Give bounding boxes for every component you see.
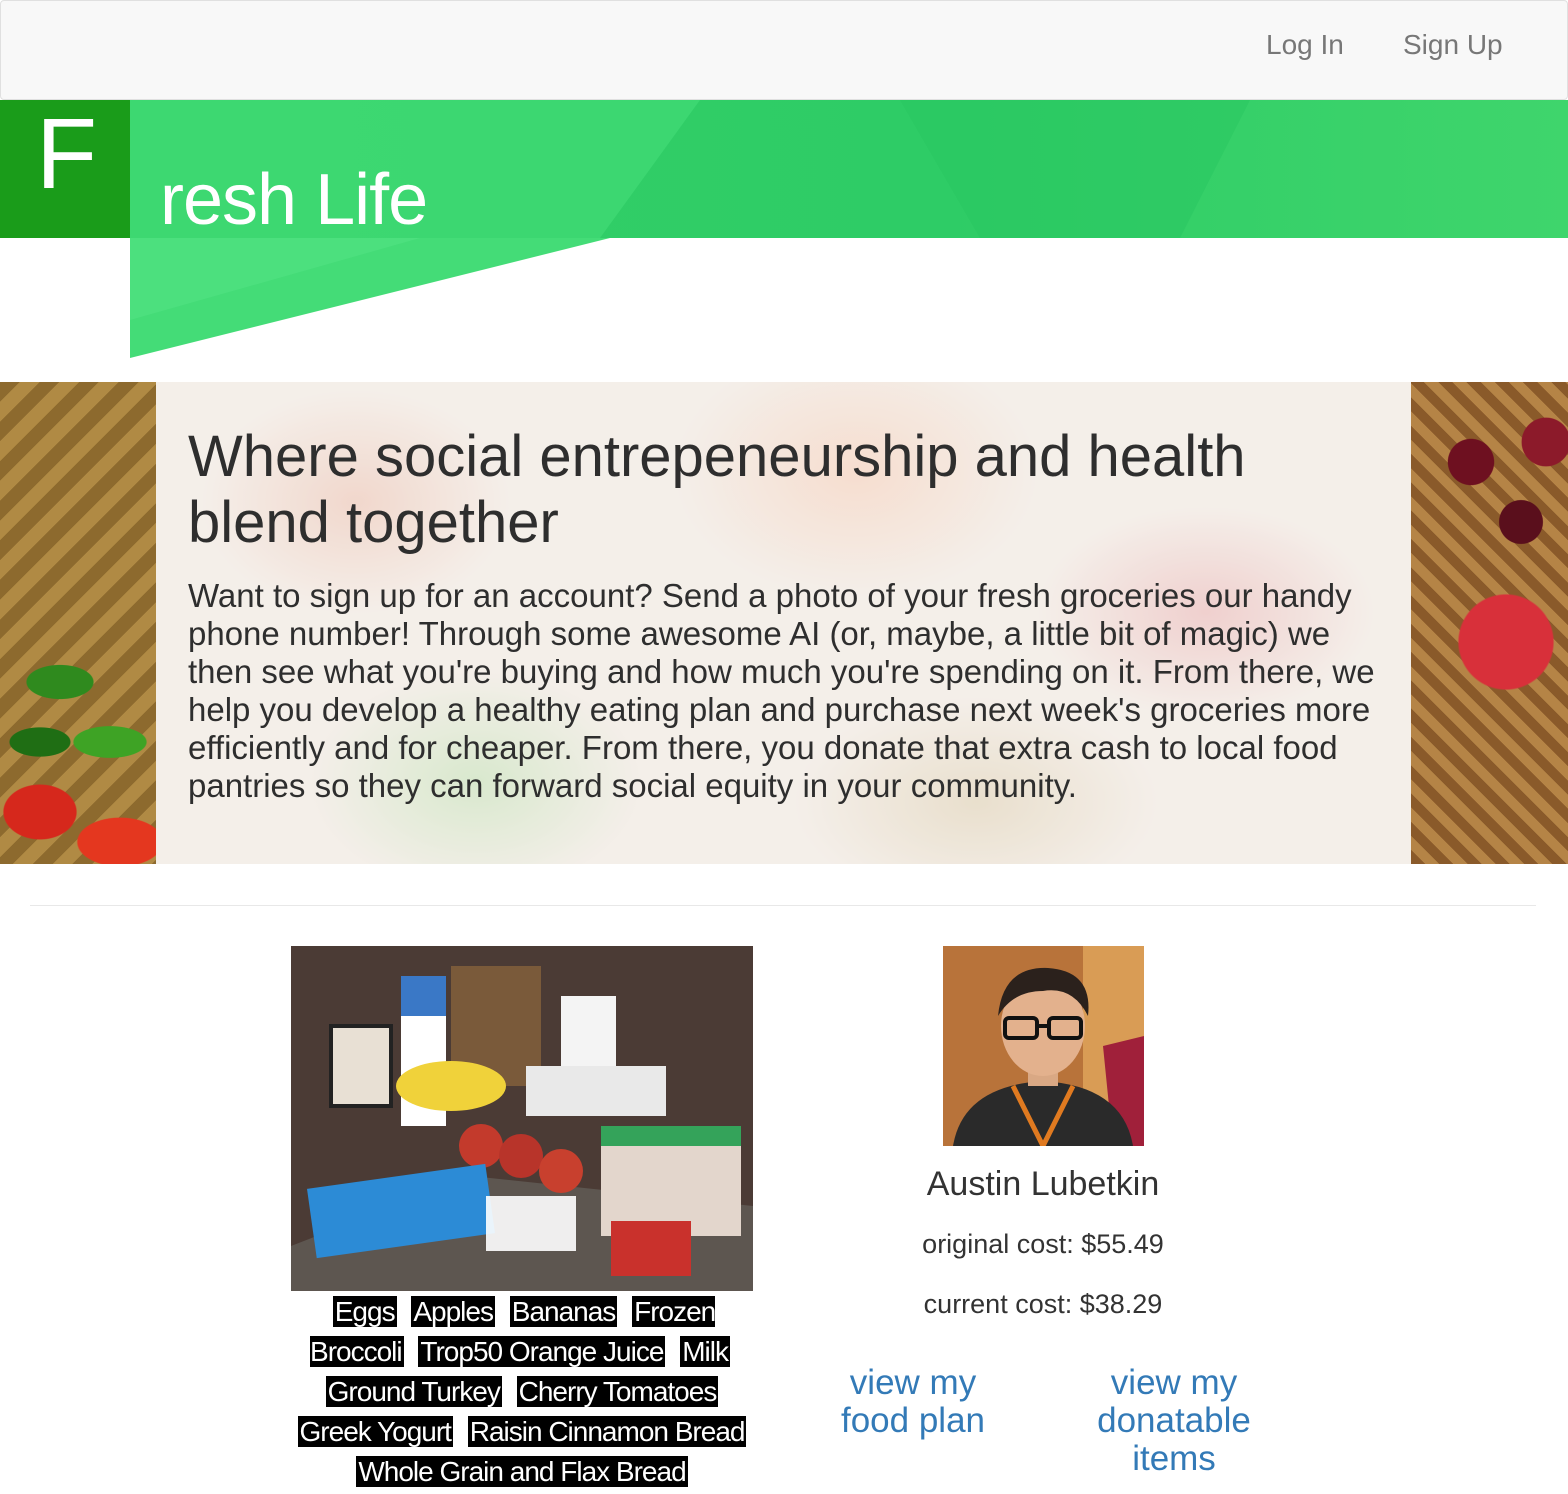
login-link[interactable]: Log In: [1266, 29, 1344, 61]
hero-heading: Where social entrepeneurship and health …: [188, 424, 1246, 555]
grocery-tag: Bananas: [509, 1296, 618, 1327]
logo-letter: F: [36, 98, 98, 210]
brand-banner: F resh Life: [0, 100, 1568, 370]
profile-name: Austin Lubetkin: [926, 1165, 1160, 1203]
grocery-tag: Milk: [680, 1336, 730, 1367]
hero-image-left: [0, 382, 156, 864]
section-divider: [30, 905, 1536, 906]
grocery-tags: Eggs Apples Bananas Frozen Broccoli Trop…: [291, 1292, 753, 1492]
grocery-tag: Greek Yogurt: [297, 1416, 453, 1447]
grocery-tag: Ground Turkey: [325, 1376, 502, 1407]
grocery-tag: Trop50 Orange Juice: [418, 1336, 666, 1367]
avatar: [943, 946, 1144, 1146]
hero-description: Want to sign up for an account? Send a p…: [188, 577, 1375, 804]
groceries-photo: [291, 946, 753, 1291]
site-title: resh Life: [160, 160, 428, 240]
grocery-tag: Eggs: [332, 1296, 397, 1327]
original-cost: original cost: $55.49: [922, 1229, 1164, 1259]
grocery-tag: Whole Grain and Flax Bread: [356, 1456, 688, 1487]
view-donatable-items-link[interactable]: view my donatable items: [1074, 1364, 1274, 1478]
hero-image-right: [1411, 382, 1568, 864]
current-cost: current cost: $38.29: [923, 1289, 1163, 1319]
top-navbar: Log In Sign Up: [0, 0, 1568, 100]
grocery-tag: Raisin Cinnamon Bread: [467, 1416, 747, 1447]
view-food-plan-link[interactable]: view my food plan: [818, 1364, 1008, 1440]
signup-link[interactable]: Sign Up: [1403, 29, 1503, 61]
grocery-tag: Cherry Tomatoes: [516, 1376, 719, 1407]
grocery-tag: Apples: [411, 1296, 495, 1327]
